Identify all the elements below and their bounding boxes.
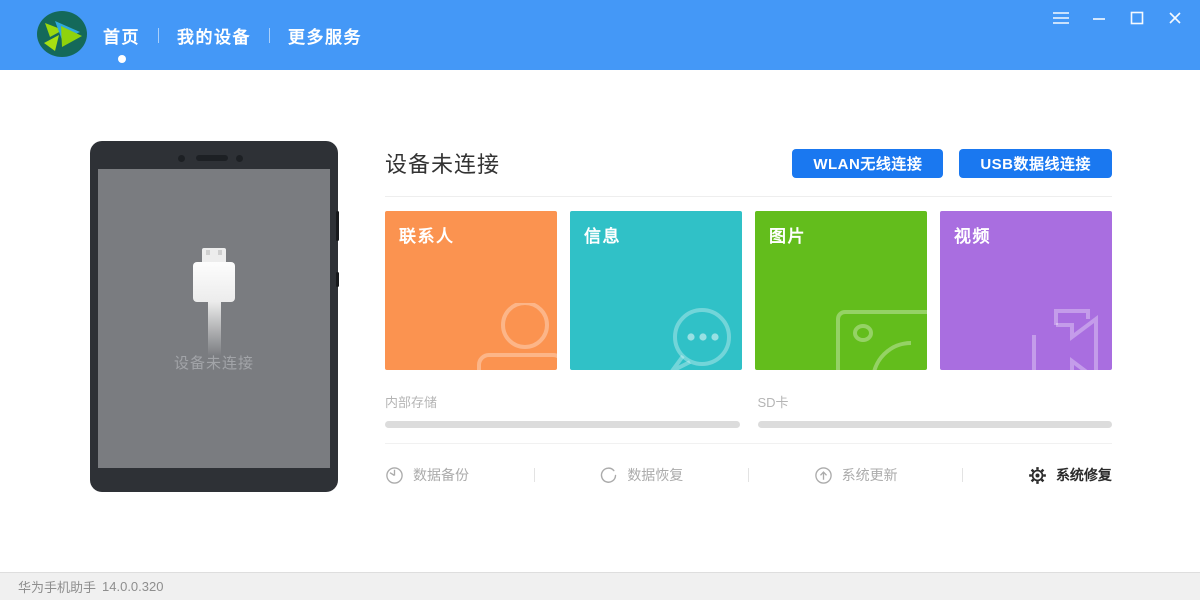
maximize-icon [1130,11,1143,25]
section-divider [385,196,1112,197]
nav-divider [158,27,159,43]
action-label: 数据备份 [413,467,469,483]
nav-item-label: 首页 [103,27,140,47]
action-divider [533,468,535,482]
close-icon [1168,12,1181,24]
connect-buttons: WLAN无线连接 USB数据线连接 [792,148,1112,178]
internal-storage-bar [385,421,740,428]
phone-volume-button [336,211,339,241]
action-divider [962,468,964,482]
status-header: 设备未连接 WLAN无线连接 USB数据线连接 [385,147,1112,179]
window-controls [1049,7,1186,29]
update-icon [814,466,832,484]
minimize-icon [1092,18,1105,20]
tile-pictures[interactable]: 图片 [755,211,927,370]
messages-icon [656,305,740,370]
sd-card-storage: SD卡 [757,392,1112,428]
active-nav-dot [117,54,126,63]
phone-status-text: 设备未连接 [173,355,254,372]
main-nav: 首页 我的设备 更多服务 [103,0,362,70]
system-update-action[interactable]: 系统更新 [814,465,898,485]
storage-label: 内部存储 [385,395,438,410]
backup-icon [386,466,403,484]
tile-label: 信息 [584,227,621,246]
nav-item-more-services[interactable]: 更多服务 [288,23,362,48]
menu-button[interactable] [1049,7,1072,29]
repair-icon [1029,466,1046,484]
usb-connect-button[interactable]: USB数据线连接 [959,148,1112,178]
tile-messages[interactable]: 信息 [570,211,742,370]
phone-illustration: 设备未连接 [90,141,339,492]
contacts-icon [469,301,557,370]
internal-storage: 内部存储 [385,392,740,428]
nav-item-label: 更多服务 [288,27,362,47]
action-label: 系统更新 [841,467,898,483]
hisuite-logo [36,9,88,64]
phone-power-button [336,272,339,287]
phone-screen: 设备未连接 [98,169,330,468]
storage-label: SD卡 [757,395,789,410]
sd-card-storage-bar [757,421,1112,428]
tile-label: 视频 [954,227,991,246]
nav-item-my-device[interactable]: 我的设备 [177,23,251,48]
usb-plug-icon [193,248,235,356]
tool-actions: 数据备份 数据恢复 系统更新 系统修复 [385,460,1112,490]
restore-icon [601,466,617,483]
app-name: 华为手机助手 [18,580,97,595]
app-version: 14.0.0.320 [102,579,164,594]
category-tiles: 联系人 信息 图片 视频 [385,211,1112,370]
page-title: 设备未连接 [385,152,501,177]
tile-contacts[interactable]: 联系人 [385,211,557,370]
close-button[interactable] [1163,7,1186,29]
tile-videos[interactable]: 视频 [940,211,1112,370]
action-divider [747,468,749,482]
phone-sensor-dot [236,155,243,162]
wlan-connect-button[interactable]: WLAN无线连接 [792,148,944,178]
system-repair-action[interactable]: 系统修复 [1028,465,1112,485]
tile-label: 图片 [769,227,806,246]
title-bar: 首页 我的设备 更多服务 [0,0,1200,70]
pictures-icon [835,309,927,370]
menu-icon [1052,12,1069,24]
nav-divider [269,27,270,43]
nav-item-label: 我的设备 [177,27,251,47]
phone-speaker [196,155,228,161]
storage-section: 内部存储 SD卡 [385,392,1112,428]
tile-label: 联系人 [399,227,455,246]
status-bar: 华为手机助手 14.0.0.320 [0,572,1200,600]
maximize-button[interactable] [1125,7,1148,29]
data-restore-action[interactable]: 数据恢复 [599,465,683,485]
phone-camera-dot [178,155,185,162]
data-backup-action[interactable]: 数据备份 [385,465,469,485]
action-label: 数据恢复 [627,467,684,483]
minimize-button[interactable] [1087,7,1110,29]
videos-icon [1026,305,1110,370]
action-label: 系统修复 [1055,467,1112,483]
nav-item-home[interactable]: 首页 [103,23,140,63]
section-divider [385,443,1112,444]
